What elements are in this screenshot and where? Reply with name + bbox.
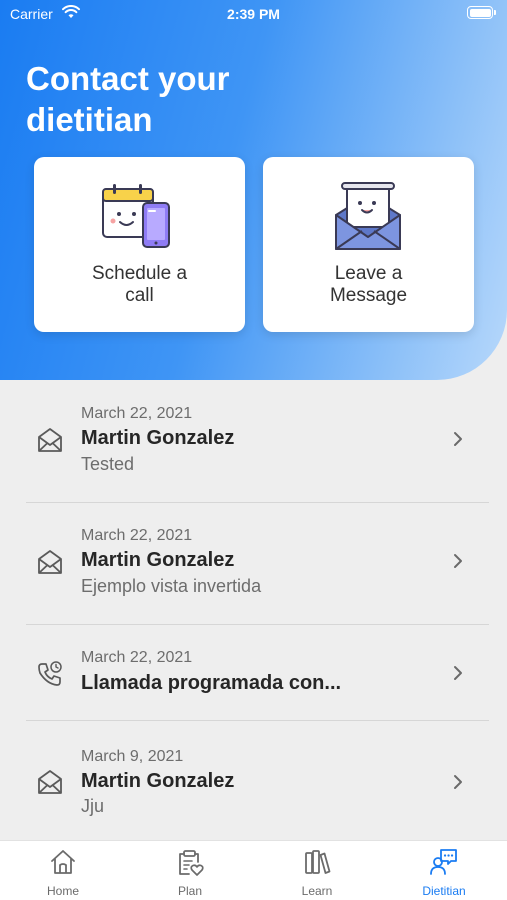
list-item-date: March 22, 2021 (81, 405, 193, 422)
leave-message-card[interactable]: Leave a Message (263, 157, 474, 332)
envelope-icon (38, 770, 62, 794)
chevron-right-icon (454, 775, 462, 789)
phone-clock-icon (38, 661, 62, 686)
list-item-preview: Jju (81, 796, 105, 816)
tab-label: Plan (177, 884, 203, 898)
status-time: 2:39 PM (227, 6, 280, 22)
tab-plan[interactable]: Plan (127, 841, 253, 900)
list-item[interactable]: March 22, 2021 Martin Gonzalez Ejemplo v… (0, 520, 507, 624)
page-title: Contact your dietitian (26, 60, 230, 138)
list-item[interactable]: March 9, 2021 Martin Gonzalez Jju (0, 740, 507, 844)
list-item[interactable]: March 22, 2021 Llamada programada con... (0, 642, 507, 720)
books-icon (305, 850, 331, 874)
list-item-preview: Tested (81, 454, 135, 474)
schedule-call-card[interactable]: Schedule a call (34, 157, 245, 332)
tab-label: Dietitian (422, 884, 466, 898)
leave-message-label: Leave a Message (329, 263, 408, 306)
chevron-right-icon (454, 432, 462, 446)
divider (26, 624, 489, 625)
envelope-icon (38, 550, 62, 574)
list-item-date: March 9, 2021 (81, 748, 184, 765)
tab-home[interactable]: Home (0, 841, 126, 900)
chevron-right-icon (454, 666, 462, 680)
chevron-right-icon (454, 554, 462, 568)
list-item-name: Martin Gonzalez (81, 427, 235, 449)
list-item-name: Martin Gonzalez (81, 770, 235, 792)
list-item-name: Llamada programada con... (81, 672, 342, 694)
divider (26, 720, 489, 721)
tab-label: Home (46, 884, 79, 898)
list-item-preview: Ejemplo vista invertida (81, 576, 262, 596)
tab-dietitian[interactable]: Dietitian (381, 841, 507, 900)
tab-label: Learn (301, 884, 333, 898)
battery-icon (467, 6, 496, 19)
dietitian-chat-icon (430, 849, 457, 875)
list-item-name: Martin Gonzalez (81, 549, 235, 571)
tab-learn[interactable]: Learn (254, 841, 380, 900)
list-item-date: March 22, 2021 (81, 649, 193, 666)
house-icon (51, 850, 75, 874)
divider (26, 502, 489, 503)
clipboard-heart-icon (179, 850, 204, 876)
envelope-icon (38, 428, 62, 452)
schedule-call-label: Schedule a call (91, 263, 188, 306)
list-item[interactable]: March 22, 2021 Martin Gonzalez Tested (0, 398, 507, 502)
calendar-phone-illustration (102, 184, 170, 248)
envelope-letter-illustration (335, 182, 401, 250)
status-bar: Carrier 2:39 PM (0, 0, 507, 30)
tab-bar: Home Plan Learn Dietitian (0, 840, 507, 900)
list-item-date: March 22, 2021 (81, 527, 193, 544)
